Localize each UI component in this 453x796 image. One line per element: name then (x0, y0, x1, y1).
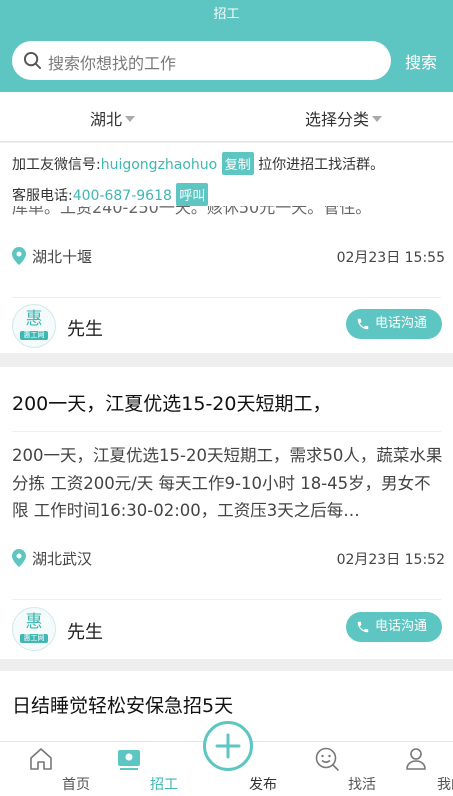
location-pin-icon (12, 549, 26, 567)
job-title: 200一天，江夏优选15-20天短期工， (12, 393, 332, 415)
location-label: 湖北十堰 (32, 248, 93, 266)
wechat-prefix: 加工友微信号: (12, 157, 101, 173)
search-button[interactable]: 搜索 (405, 49, 437, 73)
avatar: 惠 惠工网 (12, 304, 56, 348)
search-placeholder: 搜索你想找的工作 (48, 54, 177, 73)
publish-button[interactable] (203, 721, 253, 771)
search-icon (23, 51, 42, 70)
job-title: 日结睡觉轻松安保急招5天 (12, 695, 234, 717)
plus-icon (215, 733, 241, 759)
region-filter[interactable]: 湖北 (90, 106, 136, 130)
avatar: 惠 惠工网 (12, 607, 56, 651)
category-filter-label: 选择分类 (305, 110, 370, 129)
location-label: 湖北武汉 (32, 550, 93, 568)
poster-name: 先生 (67, 319, 103, 340)
job-card[interactable]: 加工友微信号:huigongzhaohuo 复制 拉你进招工找活群。 客服电话:… (0, 143, 453, 353)
caret-down-icon (372, 116, 383, 122)
job-description: 200一天，江夏优选15-20天短期工，需求50人，蔬菜水果分拣 工资200元/… (12, 446, 443, 520)
job-description-partial: 库单。工资240-250一天。赅休50元一天。管住。 (12, 206, 372, 217)
avatar-logo-sub: 惠工网 (20, 634, 48, 643)
job-list[interactable]: 加工友微信号:huigongzhaohuo 复制 拉你进招工找活群。 客服电话:… (0, 143, 453, 741)
recruit-icon (118, 750, 140, 770)
tab-recruit[interactable]: 招工 (94, 742, 178, 796)
call-service-button[interactable]: 呼叫 (176, 183, 209, 206)
divider (12, 599, 441, 600)
call-button-label: 电话沟通 (375, 316, 428, 331)
tab-label: 我的 (437, 777, 453, 793)
phone-icon (357, 318, 369, 330)
phone-icon (357, 621, 369, 633)
job-location: 湖北十堰 (12, 246, 92, 267)
phone-notice: 客服电话:400-687-9618 呼叫 (12, 183, 209, 206)
tab-publish[interactable]: 发布 (193, 721, 277, 796)
wechat-notice: 加工友微信号:huigongzhaohuo 复制 拉你进招工找活群。 (12, 152, 384, 175)
page-title: 招工 (213, 7, 240, 22)
call-button-label: 电话沟通 (375, 619, 428, 634)
copy-button[interactable]: 复制 (221, 152, 254, 175)
post-datetime: 02月23日 15:52 (336, 552, 445, 568)
post-datetime: 02月23日 15:55 (336, 250, 445, 266)
location-pin-icon (12, 247, 26, 265)
top-header: 招工 搜索你想找的工作 搜索 (0, 0, 453, 92)
wechat-id: huigongzhaohuo (100, 157, 218, 173)
category-filter[interactable]: 选择分类 (305, 106, 383, 130)
divider (12, 297, 441, 298)
tab-home[interactable]: 首页 (6, 742, 90, 796)
filter-bar: 湖北 选择分类 (0, 92, 453, 142)
home-icon (30, 748, 52, 770)
tab-label: 发布 (249, 777, 277, 793)
tab-label: 招工 (150, 777, 178, 793)
region-filter-label: 湖北 (90, 110, 123, 129)
poster-name: 先生 (67, 622, 103, 643)
phone-prefix: 客服电话: (12, 188, 73, 204)
divider (12, 431, 441, 432)
call-button[interactable]: 电话沟通 (346, 612, 442, 642)
wechat-suffix: 拉你进招工找活群。 (258, 157, 385, 173)
avatar-logo-char: 惠 (25, 612, 43, 632)
tab-find-work[interactable]: 找活 (292, 742, 376, 796)
avatar-logo-sub: 惠工网 (20, 331, 48, 340)
avatar-logo-char: 惠 (25, 309, 43, 329)
smile-icon (315, 747, 339, 771)
user-icon (406, 748, 426, 770)
job-card[interactable]: 200一天，江夏优选15-20天短期工， 200一天，江夏优选15-20天短期工… (0, 367, 453, 659)
search-input[interactable]: 搜索你想找的工作 (12, 41, 391, 80)
call-button[interactable]: 电话沟通 (346, 309, 442, 339)
service-phone: 400-687-9618 (72, 188, 172, 204)
tab-mine[interactable]: 我的 (381, 742, 453, 796)
job-location: 湖北武汉 (12, 548, 92, 569)
caret-down-icon (125, 116, 136, 122)
